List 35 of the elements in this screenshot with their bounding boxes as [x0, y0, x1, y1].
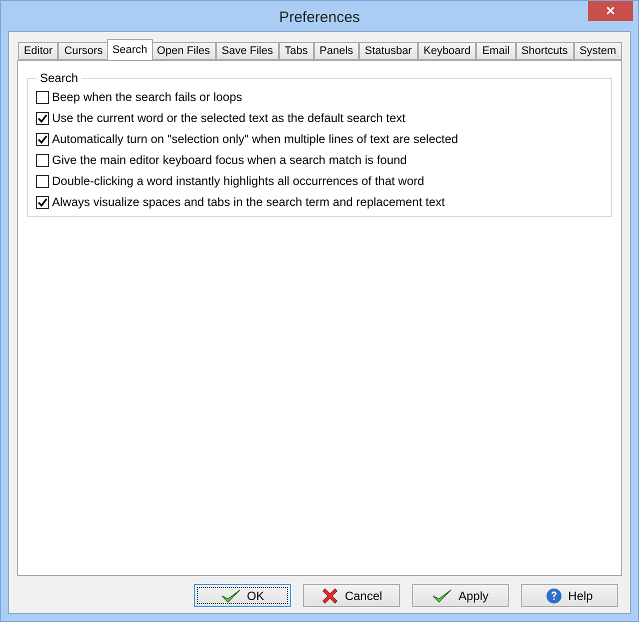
- window-title: Preferences: [279, 8, 360, 26]
- option-label: Automatically turn on "selection only" when multiple lines of text are selected: [52, 132, 458, 146]
- tab[interactable]: Statusbar: [358, 42, 418, 60]
- dialog-button[interactable]: Help: [521, 584, 618, 607]
- option-label: Give the main editor keyboard focus when a search match is found: [52, 153, 407, 167]
- tab[interactable]: Tabs: [278, 42, 314, 60]
- group-title: Search: [39, 71, 80, 85]
- tab[interactable]: Open Files: [151, 42, 216, 60]
- tab[interactable]: Save Files: [216, 42, 279, 60]
- dialog-button[interactable]: Apply: [412, 584, 509, 607]
- dialog-button[interactable]: Cancel: [303, 584, 400, 607]
- checkbox[interactable]: [36, 174, 49, 188]
- cross-icon: [320, 586, 339, 604]
- dialog-button[interactable]: OK: [194, 584, 291, 607]
- close-button[interactable]: ✕: [588, 1, 633, 21]
- tab[interactable]: Keyboard: [418, 42, 476, 60]
- checkbox[interactable]: [36, 154, 49, 166]
- tab[interactable]: System: [574, 42, 622, 60]
- check-icon: [220, 588, 241, 602]
- tab[interactable]: Editor: [18, 42, 58, 60]
- option-label: Use the current word or the selected text as the default search text: [52, 111, 406, 125]
- tab[interactable]: Panels: [314, 42, 359, 60]
- tab[interactable]: Cursors: [58, 42, 109, 60]
- option-label: Beep when the search fails or loops: [52, 90, 242, 104]
- checkbox[interactable]: [36, 112, 49, 124]
- checkbox[interactable]: [36, 132, 49, 146]
- check-icon: [432, 588, 452, 602]
- checkbox[interactable]: [36, 196, 49, 208]
- tab[interactable]: Search: [106, 39, 153, 60]
- option-label: Always visualize spaces and tabs in the search term and replacement text: [52, 195, 445, 209]
- checkbox[interactable]: [36, 90, 49, 104]
- tab[interactable]: Email: [476, 42, 516, 60]
- tab[interactable]: Shortcuts: [516, 42, 574, 60]
- help-icon: [546, 588, 562, 604]
- option-label: Double-clicking a word instantly highlights all occurrences of that word: [52, 174, 424, 188]
